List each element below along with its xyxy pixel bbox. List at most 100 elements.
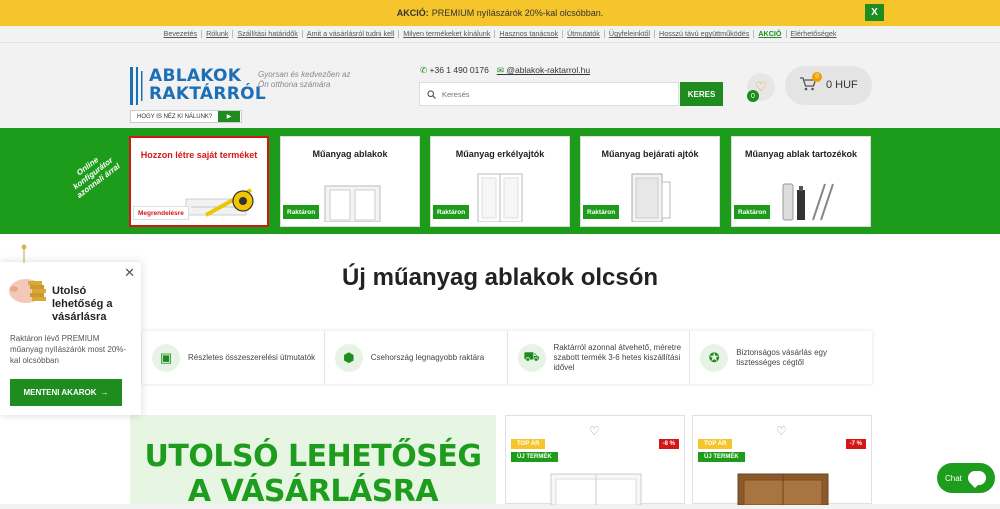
chat-bubble-icon xyxy=(967,471,986,488)
discount-badge: -7 % xyxy=(845,439,866,449)
arrow-right-icon: → xyxy=(100,388,109,397)
nav-link-akcio[interactable]: AKCIÓ xyxy=(754,30,787,38)
feature-item: ⬢ Csehország legnagyobb raktára xyxy=(325,331,508,384)
nav-link[interactable]: Hasznos tanácsok xyxy=(495,30,564,38)
new-product-badge: ÚJ TERMÉK xyxy=(698,452,745,462)
promo-banner-strong: AKCIÓ: xyxy=(396,8,429,18)
feature-text: Csehország legnagyobb raktára xyxy=(370,352,485,362)
search-input[interactable] xyxy=(442,89,662,99)
cart-count: 0 xyxy=(812,72,822,82)
category-card-windows[interactable]: Műanyag ablakok Raktáron xyxy=(280,136,420,227)
category-title: Műanyag ablakok xyxy=(312,149,388,159)
new-product-badge: ÚJ TERMÉK xyxy=(511,452,558,462)
nav-link[interactable]: Bevezetés xyxy=(160,30,203,38)
nav-link[interactable]: Ügyfeleinktől xyxy=(605,30,656,38)
instructions-icon: ▣ xyxy=(152,343,180,372)
search-box xyxy=(419,82,679,106)
category-card-configurator[interactable]: Hozzon létre saját terméket Megrendelésr… xyxy=(129,136,269,227)
play-icon: ▶ xyxy=(218,111,240,122)
feature-text: Részletes összeszerelési útmutatók xyxy=(188,352,316,362)
search-icon xyxy=(420,89,442,99)
chat-label: Chat xyxy=(945,473,962,483)
category-badge: Raktáron xyxy=(433,205,470,219)
top-price-badge: TOP ÁR xyxy=(511,439,546,449)
slogan: Gyorsan és kedvezően az Ön otthona számá… xyxy=(258,70,351,89)
category-badge: Raktáron xyxy=(734,205,771,219)
product-card[interactable]: ♡ TOP ÁR ÚJ TERMÉK -7 % xyxy=(692,415,872,505)
page-title: Új műanyag ablakok olcsón xyxy=(341,264,659,291)
nav-link[interactable]: Milyen termékeket kínálunk xyxy=(399,30,496,38)
logo-text-line2: RAKTÁRRÓL xyxy=(149,84,267,104)
save-now-label: MENTENI AKAROK xyxy=(23,388,97,397)
feature-item: ▣ Részletes összeszerelési útmutatók xyxy=(142,331,325,384)
phone-number: +36 1 490 0176 xyxy=(429,65,489,75)
feature-text: Raktárról azonnal átvehető, méretre szab… xyxy=(553,342,682,372)
nav-link[interactable]: Amit a vásárlásról tudni kell xyxy=(303,30,400,38)
category-title: Műanyag ablak tartozékok xyxy=(744,149,858,159)
measuring-tape-icon xyxy=(185,188,254,217)
badge-icon: ✪ xyxy=(700,343,729,372)
features-strip: ▣ Részletes összeszerelési útmutatók ⬢ C… xyxy=(142,331,872,384)
close-icon[interactable]: ✕ xyxy=(124,265,135,281)
logo-text-line1: ABLAKOK xyxy=(149,66,242,86)
nav-link[interactable]: Rólunk xyxy=(202,30,234,38)
category-card-entrance-doors[interactable]: Műanyag bejárati ajtók Raktáron xyxy=(580,136,720,227)
nav-link[interactable]: Útmutatók xyxy=(563,30,605,38)
category-title: Hozzon létre saját terméket xyxy=(140,150,258,160)
nav-link[interactable]: Hosszú távú együttműködés xyxy=(655,30,755,38)
balcony-door-icon xyxy=(477,173,523,222)
category-badge: Megrendelésre xyxy=(133,206,189,220)
category-title: Műanyag bejárati ajtók xyxy=(601,149,699,159)
heart-icon[interactable]: ♡ xyxy=(776,424,787,438)
close-banner-button[interactable]: X xyxy=(865,4,884,21)
popup-description: Raktáron lévő PREMIUM műanyag nyílászáró… xyxy=(10,334,127,365)
nav-link[interactable]: Elérhetőségek xyxy=(787,30,841,38)
cart-amount: 0 HUF xyxy=(826,79,858,91)
feature-item: ✪ Biztonságos vásárlás egy tisztességes … xyxy=(690,331,872,384)
popup-title: Utolsó lehetőség a vásárlásra xyxy=(52,285,113,323)
promo-line1: UTOLSÓ LEHETŐSÉG xyxy=(144,439,482,474)
category-title: Műanyag erkélyajtók xyxy=(455,149,545,159)
mail-icon: ✉ xyxy=(496,65,504,75)
favorites-count: 0 xyxy=(747,90,759,102)
feature-item: ⛟ Raktárról azonnal átvehető, méretre sz… xyxy=(508,331,691,384)
favorites-button[interactable]: ♡ 0 xyxy=(747,73,775,102)
email-address: ablakok-raktarrol.hu xyxy=(514,65,591,75)
truck-icon: ⛟ xyxy=(517,343,546,372)
save-now-button[interactable]: MENTENI AKAROK → xyxy=(10,379,122,406)
product-card[interactable]: ♡ TOP ÁR ÚJ TERMÉK -8 % xyxy=(505,415,685,505)
nav-link[interactable]: Szállítási határidők xyxy=(233,30,303,38)
promo-banner-text: PREMIUM nyílászárók 20%-kal olcsóbban. xyxy=(431,8,604,18)
top-nav: Bevezetés Rólunk Szállítási határidők Am… xyxy=(0,26,1000,43)
email-link[interactable]: ✉ @ablakok-raktarrol.hu xyxy=(497,65,590,76)
product-window-image xyxy=(550,473,642,505)
cart-button[interactable]: 0 0 HUF xyxy=(785,66,872,105)
last-chance-promo[interactable]: UTOLSÓ LEHETŐSÉG A VÁSÁRLÁSRA xyxy=(130,415,496,509)
heart-icon[interactable]: ♡ xyxy=(589,424,600,438)
product-window-image xyxy=(737,473,829,505)
box-icon: ⬢ xyxy=(334,343,363,372)
who-are-we-button[interactable]: HOGY IS NÉZ KI NÁLUNK? ▶ xyxy=(130,110,242,123)
category-badge: Raktáron xyxy=(283,205,320,219)
piggy-bank-icon xyxy=(9,244,46,303)
feature-text: Biztonságos vásárlás egy tisztességes cé… xyxy=(736,347,827,367)
phone-link[interactable]: ✆ +36 1 490 0176 xyxy=(420,65,489,76)
chat-button[interactable]: Chat xyxy=(937,463,995,493)
phone-icon: ✆ xyxy=(420,65,428,75)
window-icon xyxy=(324,185,381,222)
search-button[interactable]: KERES xyxy=(680,82,723,106)
category-card-balcony-doors[interactable]: Műanyag erkélyajtók Raktáron xyxy=(430,136,570,227)
site-logo[interactable]: ABLAKOK RAKTÁRRÓL xyxy=(128,65,266,105)
email-prefix: @ xyxy=(506,65,515,75)
category-badge: Raktáron xyxy=(583,205,620,219)
entrance-door-icon xyxy=(631,173,671,222)
top-price-badge: TOP ÁR xyxy=(698,439,733,449)
who-are-we-label: HOGY IS NÉZ KI NÁLUNK? xyxy=(137,113,213,120)
discount-badge: -8 % xyxy=(658,439,679,449)
logo-mark-icon xyxy=(130,67,143,105)
contact-info: ✆ +36 1 490 0176 ✉ @ablakok-raktarrol.hu xyxy=(420,65,590,76)
category-card-accessories[interactable]: Műanyag ablak tartozékok Raktáron xyxy=(731,136,871,227)
accessories-icon xyxy=(782,183,834,221)
promo-banner: AKCIÓ: PREMIUM nyílászárók 20%-kal olcsó… xyxy=(0,0,1000,26)
site-header: ABLAKOK RAKTÁRRÓL Gyorsan és kedvezően a… xyxy=(0,44,1000,128)
